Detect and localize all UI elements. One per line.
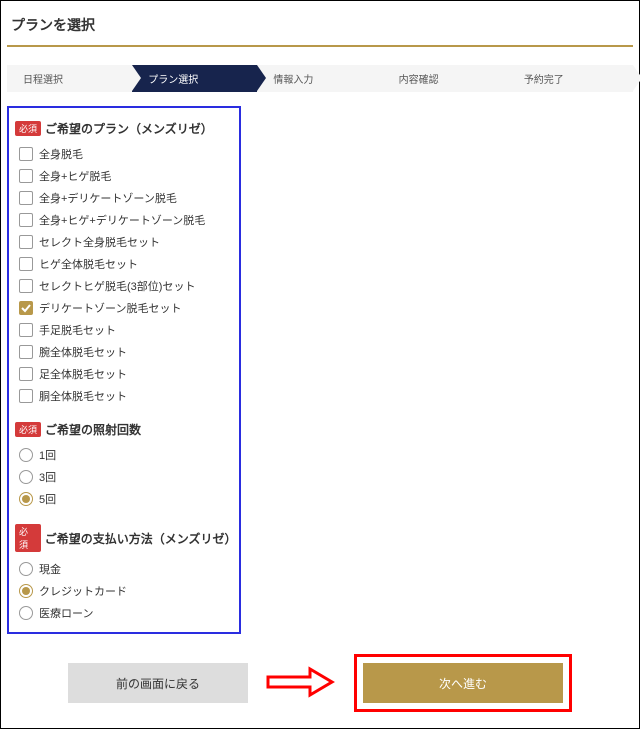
radio-icon [19, 606, 33, 620]
step-4: 予約完了 [508, 65, 633, 92]
payment-option-label: クレジットカード [39, 583, 127, 599]
plan-section-title: 必須 ご希望のプラン（メンズリゼ） [15, 120, 233, 137]
plan-option-label: 手足脱毛セット [39, 322, 116, 338]
back-button[interactable]: 前の画面に戻る [68, 663, 248, 703]
step-0: 日程選択 [7, 65, 132, 92]
plan-option[interactable]: 手足脱毛セット [15, 319, 233, 341]
step-2: 情報入力 [257, 65, 382, 92]
required-badge: 必須 [15, 121, 41, 136]
plan-option[interactable]: セレクト全身脱毛セット [15, 231, 233, 253]
payment-section-title: 必須 ご希望の支払い方法（メンズリゼ） [15, 524, 233, 552]
checkbox-icon [19, 213, 33, 227]
checkbox-icon [19, 147, 33, 161]
plan-option-label: 足全体脱毛セット [39, 366, 127, 382]
checkbox-icon [19, 257, 33, 271]
plan-option[interactable]: 全身+デリケートゾーン脱毛 [15, 187, 233, 209]
count-section-label: ご希望の照射回数 [45, 421, 141, 438]
payment-section-label: ご希望の支払い方法（メンズリゼ） [45, 530, 233, 547]
radio-icon [19, 562, 33, 576]
count-option[interactable]: 1回 [15, 444, 233, 466]
plan-option[interactable]: 腕全体脱毛セット [15, 341, 233, 363]
plan-option[interactable]: 足全体脱毛セット [15, 363, 233, 385]
required-badge: 必須 [15, 524, 41, 552]
step-3: 内容確認 [383, 65, 508, 92]
arrow-icon [266, 665, 336, 702]
checkbox-icon [19, 279, 33, 293]
page-title: プランを選択 [7, 7, 633, 47]
radio-icon [19, 584, 33, 598]
plan-option-label: 全身+ヒゲ+デリケートゾーン脱毛 [39, 212, 205, 228]
plan-option-label: 全身+ヒゲ脱毛 [39, 168, 111, 184]
plan-form: 必須 ご希望のプラン（メンズリゼ） 全身脱毛全身+ヒゲ脱毛全身+デリケートゾーン… [7, 106, 241, 634]
radio-icon [19, 492, 33, 506]
next-button-highlight: 次へ進む [354, 654, 572, 712]
count-option-label: 3回 [39, 469, 56, 485]
checkbox-icon [19, 345, 33, 359]
checkbox-icon [19, 191, 33, 205]
plan-option[interactable]: デリケートゾーン脱毛セット [15, 297, 233, 319]
plan-option[interactable]: 全身+ヒゲ+デリケートゾーン脱毛 [15, 209, 233, 231]
progress-steps: 日程選択プラン選択情報入力内容確認予約完了 [7, 65, 633, 92]
checkbox-icon [19, 367, 33, 381]
plan-option[interactable]: ヒゲ全体脱毛セット [15, 253, 233, 275]
count-option[interactable]: 3回 [15, 466, 233, 488]
plan-option[interactable]: 全身+ヒゲ脱毛 [15, 165, 233, 187]
checkbox-icon [19, 389, 33, 403]
plan-option-label: デリケートゾーン脱毛セット [39, 300, 181, 316]
checkbox-icon [19, 169, 33, 183]
plan-option-label: 胴全体脱毛セット [39, 388, 127, 404]
plan-option[interactable]: セレクトヒゲ脱毛(3部位)セット [15, 275, 233, 297]
payment-option-label: 現金 [39, 561, 61, 577]
plan-option[interactable]: 全身脱毛 [15, 143, 233, 165]
radio-icon [19, 470, 33, 484]
count-section-title: 必須 ご希望の照射回数 [15, 421, 233, 438]
plan-section-label: ご希望のプラン（メンズリゼ） [45, 120, 213, 137]
payment-option[interactable]: 医療ローン [15, 602, 233, 624]
count-option-label: 1回 [39, 447, 56, 463]
checkbox-icon [19, 323, 33, 337]
checkbox-icon [19, 301, 33, 315]
plan-option-label: 腕全体脱毛セット [39, 344, 127, 360]
payment-option-label: 医療ローン [39, 605, 93, 621]
checkbox-icon [19, 235, 33, 249]
plan-option-label: 全身+デリケートゾーン脱毛 [39, 190, 177, 206]
radio-icon [19, 448, 33, 462]
payment-option[interactable]: クレジットカード [15, 580, 233, 602]
count-option[interactable]: 5回 [15, 488, 233, 510]
next-button[interactable]: 次へ進む [363, 663, 563, 703]
payment-option[interactable]: 現金 [15, 558, 233, 580]
count-option-label: 5回 [39, 491, 56, 507]
plan-option-label: 全身脱毛 [39, 146, 83, 162]
plan-option-label: セレクトヒゲ脱毛(3部位)セット [39, 278, 195, 294]
step-1: プラン選択 [132, 65, 257, 92]
plan-option-label: ヒゲ全体脱毛セット [39, 256, 138, 272]
button-row: 前の画面に戻る 次へ進む [7, 654, 633, 712]
plan-option[interactable]: 胴全体脱毛セット [15, 385, 233, 407]
required-badge: 必須 [15, 422, 41, 437]
plan-option-label: セレクト全身脱毛セット [39, 234, 160, 250]
